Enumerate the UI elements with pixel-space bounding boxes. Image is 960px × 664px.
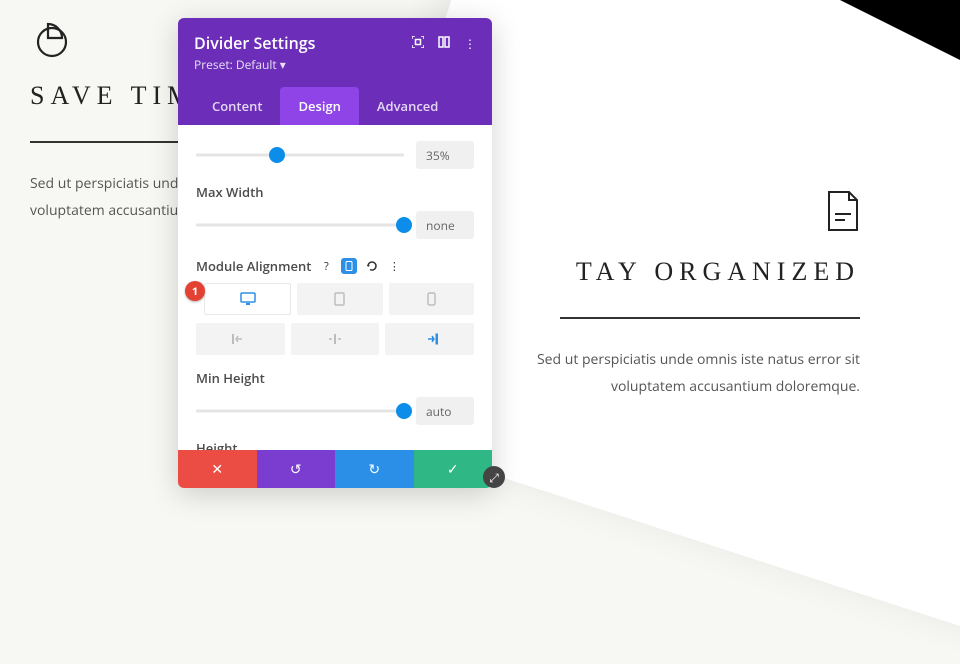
hover-icon[interactable] <box>365 259 379 273</box>
drag-handle-icon[interactable]: ⤢ <box>483 466 505 488</box>
save-button[interactable]: ✓ <box>414 450 493 488</box>
field-kebab-icon[interactable]: ⋮ <box>387 259 401 273</box>
tab-design[interactable]: Design <box>280 87 358 125</box>
align-left-button[interactable] <box>196 323 285 355</box>
min-height-slider[interactable] <box>196 402 404 420</box>
expand-icon[interactable] <box>412 35 424 52</box>
divider-settings-modal: Divider Settings Preset: Default ▾ ⋮ Con… <box>178 18 492 488</box>
help-icon[interactable]: ? <box>319 259 333 273</box>
device-phone[interactable] <box>389 283 474 315</box>
responsive-device-tabs <box>204 283 474 315</box>
document-icon <box>826 190 860 232</box>
kebab-icon[interactable]: ⋮ <box>464 35 476 52</box>
device-desktop[interactable] <box>204 283 291 315</box>
min-height-value[interactable]: auto <box>416 397 474 425</box>
alignment-options <box>196 323 474 355</box>
device-tablet[interactable] <box>297 283 382 315</box>
tab-advanced[interactable]: Advanced <box>359 87 456 125</box>
modal-footer: ✕ ↺ ↻ ✓ <box>178 450 492 488</box>
right-column: TAY ORGANIZED Sed ut perspiciatis unde o… <box>520 20 860 501</box>
preset-dropdown[interactable]: Preset: Default ▾ <box>194 56 315 73</box>
right-body: Sed ut perspiciatis unde omnis iste natu… <box>520 347 860 400</box>
discard-button[interactable]: ✕ <box>178 450 257 488</box>
step-badge: 1 <box>185 281 205 301</box>
redo-button[interactable]: ↻ <box>335 450 414 488</box>
right-heading: TAY ORGANIZED <box>520 257 860 287</box>
align-right-button[interactable] <box>385 323 474 355</box>
modal-body[interactable]: 35% Max Width none Module Alignment ? ⋮ … <box>178 125 492 450</box>
pie-icon <box>30 20 70 60</box>
width-value[interactable]: 35% <box>416 141 474 169</box>
modal-header[interactable]: Divider Settings Preset: Default ▾ ⋮ Con… <box>178 18 492 125</box>
modal-tabs: Content Design Advanced <box>194 87 476 125</box>
responsive-tablet-icon[interactable] <box>341 258 357 274</box>
modal-title: Divider Settings <box>194 32 315 54</box>
max-width-value[interactable]: none <box>416 211 474 239</box>
min-height-label: Min Height <box>196 369 474 387</box>
width-slider[interactable] <box>196 146 404 164</box>
height-label: Height <box>196 439 474 450</box>
right-divider <box>560 317 860 319</box>
undo-button[interactable]: ↺ <box>257 450 336 488</box>
max-width-label: Max Width <box>196 183 474 201</box>
align-center-button[interactable] <box>291 323 380 355</box>
module-alignment-label: Module Alignment <box>196 257 311 275</box>
tab-content[interactable]: Content <box>194 87 280 125</box>
snap-icon[interactable] <box>438 35 450 52</box>
max-width-slider[interactable] <box>196 216 404 234</box>
